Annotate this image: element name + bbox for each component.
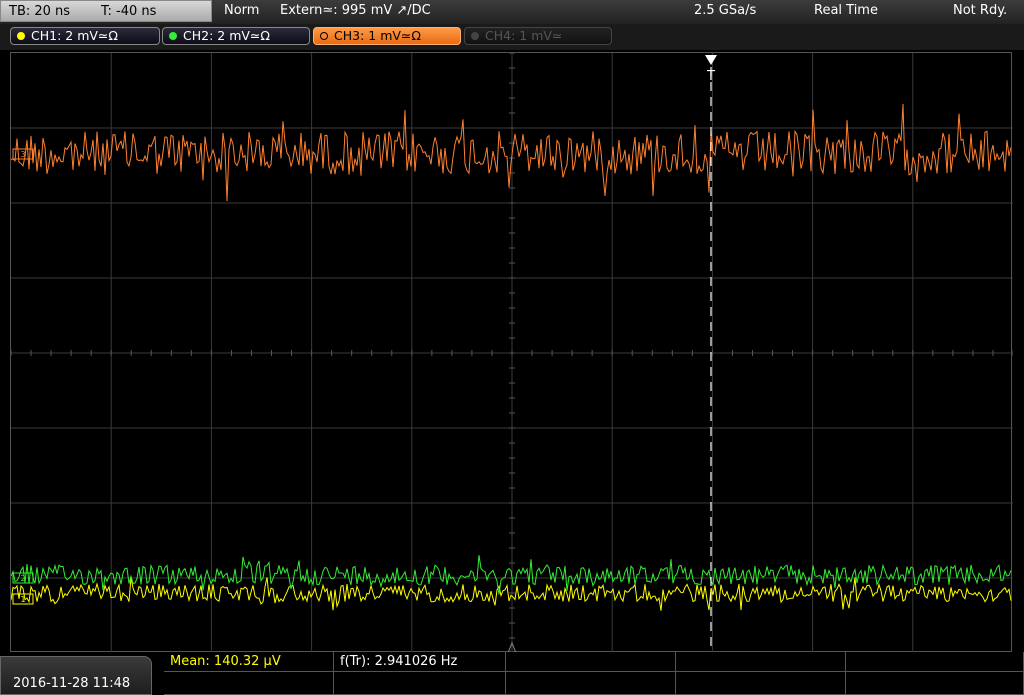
ch2-dot-icon <box>169 32 177 40</box>
ch1-dot-icon <box>17 32 25 40</box>
acquisition-mode: Real Time <box>814 3 878 18</box>
ch3-dot-icon <box>320 32 328 40</box>
measurement-mean[interactable]: Mean: 140.32 µV <box>164 652 334 672</box>
sample-rate: 2.5 GSa/s <box>694 3 757 18</box>
tab-ch4[interactable]: CH4: 1 mV≃ <box>464 27 612 45</box>
ch4-label: CH4: 1 mV≃ <box>485 28 563 43</box>
timebase-label: TB: 20 ns <box>9 4 71 19</box>
datetime-label: 2016-11-28 11:48 <box>13 676 131 691</box>
status-bar: TB: 20 ns T: -40 ns Norm Extern≃: 995 mV… <box>0 0 1024 24</box>
waveform-canvas: T 3 2 1 <box>11 53 1013 653</box>
ch1-label: CH1: 2 mV≃Ω <box>31 28 118 43</box>
measurement-slot[interactable] <box>334 672 506 695</box>
trigger-marker-label: T <box>706 69 715 84</box>
trigger-time-label: T: -40 ns <box>101 4 157 19</box>
trigger-position-icon[interactable] <box>705 55 717 65</box>
timebase-box[interactable]: TB: 20 ns T: -40 ns <box>0 0 212 22</box>
trigger-source[interactable]: Extern≃: 995 mV ↗/DC <box>280 3 431 18</box>
ch2-waveform <box>11 555 1012 595</box>
measurement-slot[interactable] <box>846 672 1024 695</box>
ch4-dot-icon <box>471 32 479 40</box>
mean-value: Mean: 140.32 µV <box>170 654 281 669</box>
waveform-display[interactable]: T 3 2 1 <box>10 52 1013 653</box>
bottom-bar: 2016-11-28 11:48 Mean: 140.32 µV f(Tr): … <box>0 652 1024 695</box>
measurement-slot[interactable] <box>846 652 1024 672</box>
ch2-marker-label: 2 <box>20 574 25 583</box>
tab-ch2[interactable]: CH2: 2 mV≃Ω <box>162 27 310 45</box>
measurement-slot[interactable] <box>506 652 676 672</box>
measurement-slot[interactable] <box>506 672 676 695</box>
freq-value: f(Tr): 2.941026 Hz <box>340 654 458 669</box>
measurement-frequency[interactable]: f(Tr): 2.941026 Hz <box>334 652 506 672</box>
ch1-waveform <box>11 577 1012 611</box>
ch2-label: CH2: 2 mV≃Ω <box>183 28 270 43</box>
tab-ch3[interactable]: CH3: 1 mV≃Ω <box>313 27 461 45</box>
acquisition-state: Not Rdy. <box>953 3 1008 18</box>
graticule <box>11 53 1013 653</box>
tab-ch1[interactable]: CH1: 2 mV≃Ω <box>10 27 160 45</box>
ch3-label: CH3: 1 mV≃Ω <box>334 28 421 43</box>
ch1-marker-label: 1 <box>20 595 25 604</box>
ch3-waveform <box>11 103 1012 202</box>
measurement-slot[interactable] <box>676 652 846 672</box>
trigger-mode[interactable]: Norm <box>224 3 259 18</box>
datetime-box: 2016-11-28 11:48 <box>0 656 152 695</box>
ch3-marker-label: 3 <box>20 150 25 159</box>
measurement-slot[interactable] <box>164 672 334 695</box>
measurement-slot[interactable] <box>676 672 846 695</box>
measurement-table: Mean: 140.32 µV f(Tr): 2.941026 Hz <box>164 652 1024 695</box>
channel-bar: CH1: 2 mV≃Ω CH2: 2 mV≃Ω CH3: 1 mV≃Ω CH4:… <box>0 24 1024 50</box>
